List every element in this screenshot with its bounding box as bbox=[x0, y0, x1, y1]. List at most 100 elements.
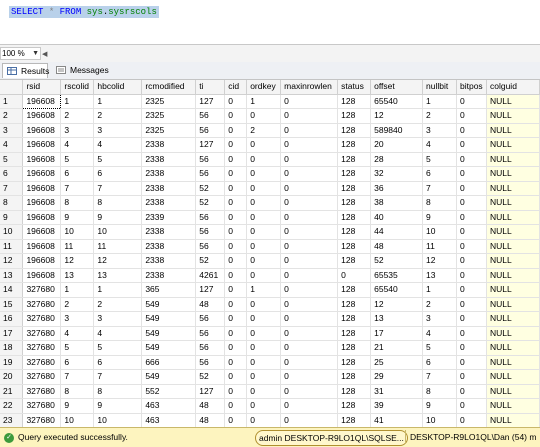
table-cell[interactable]: 0 bbox=[246, 239, 282, 254]
table-cell[interactable]: 127 bbox=[195, 94, 226, 109]
table-cell[interactable]: 0 bbox=[456, 239, 487, 254]
table-cell[interactable]: 56 bbox=[195, 152, 226, 167]
table-cell[interactable]: 0 bbox=[224, 137, 248, 153]
table-cell[interactable]: 5 bbox=[60, 340, 95, 356]
table-cell[interactable]: 549 bbox=[141, 311, 197, 327]
table-cell[interactable]: 0 bbox=[456, 108, 487, 124]
table-cell[interactable]: NULL bbox=[486, 253, 540, 269]
table-cell[interactable]: 0 bbox=[246, 166, 282, 182]
table-cell[interactable]: 52 bbox=[195, 369, 226, 385]
table-cell[interactable]: 0 bbox=[224, 355, 248, 370]
table-cell[interactable]: 2338 bbox=[141, 137, 197, 153]
table-cell[interactable]: 0 bbox=[456, 326, 487, 341]
table-cell[interactable]: 11 bbox=[422, 239, 457, 254]
table-cell[interactable]: 0 bbox=[456, 123, 487, 138]
table-cell[interactable]: 52 bbox=[195, 253, 226, 269]
table-cell[interactable]: 2338 bbox=[141, 181, 197, 196]
table-cell[interactable]: 28 bbox=[370, 152, 424, 167]
column-header-nullbit[interactable]: nullbit bbox=[422, 80, 457, 95]
table-cell[interactable]: 0 bbox=[280, 282, 339, 298]
table-cell[interactable]: NULL bbox=[486, 340, 540, 356]
table-cell[interactable]: 2338 bbox=[141, 239, 197, 254]
table-cell[interactable]: 2 bbox=[422, 108, 457, 124]
table-row[interactable]: 11 196608 11 11 2338 56 0 0 0 128 48 11 0 NULL bbox=[0, 239, 540, 254]
table-cell[interactable]: 2325 bbox=[141, 94, 197, 109]
table-cell[interactable]: 128 bbox=[337, 355, 372, 370]
table-cell[interactable]: 127 bbox=[195, 384, 226, 399]
table-cell[interactable]: 128 bbox=[337, 224, 372, 240]
table-cell[interactable]: 128 bbox=[337, 282, 372, 298]
table-cell[interactable]: NULL bbox=[486, 210, 540, 225]
table-cell[interactable]: 552 bbox=[141, 384, 197, 399]
table-cell[interactable]: 0 bbox=[280, 210, 339, 225]
table-cell[interactable]: 56 bbox=[195, 224, 226, 240]
table-row[interactable]: 3 196608 3 3 2325 56 0 2 0 128 589840 3 0 NULL bbox=[0, 123, 540, 138]
table-cell[interactable]: 128 bbox=[337, 398, 372, 414]
table-cell[interactable]: 666 bbox=[141, 355, 197, 370]
table-cell[interactable]: 128 bbox=[337, 239, 372, 254]
table-cell[interactable]: 327680 bbox=[22, 355, 62, 370]
table-cell[interactable]: 3 bbox=[93, 123, 143, 138]
table-cell[interactable]: 56 bbox=[195, 311, 226, 327]
table-cell[interactable]: 128 bbox=[337, 123, 372, 138]
table-cell[interactable]: 8 bbox=[93, 384, 143, 399]
table-row[interactable]: 19 327680 6 6 666 56 0 0 0 128 25 6 0 NULL bbox=[0, 355, 540, 370]
column-header-maxinrowlen[interactable]: maxinrowlen bbox=[280, 80, 339, 95]
table-cell[interactable]: 0 bbox=[246, 253, 282, 269]
table-cell[interactable]: 41 bbox=[370, 413, 424, 427]
table-cell[interactable]: 12 bbox=[60, 253, 95, 269]
table-cell[interactable]: 3 bbox=[422, 311, 457, 327]
results-grid[interactable]: rsid rscolid hbcolid rcmodified ti cid ordkey m… bbox=[0, 80, 540, 427]
table-cell[interactable]: 327680 bbox=[22, 297, 62, 312]
row-number[interactable]: 6 bbox=[0, 166, 24, 182]
table-cell[interactable]: 0 bbox=[456, 181, 487, 196]
table-cell[interactable]: 2 bbox=[60, 297, 95, 312]
table-cell[interactable]: 0 bbox=[224, 398, 248, 414]
column-header-hbcolid[interactable]: hbcolid bbox=[93, 80, 143, 95]
table-cell[interactable]: 65540 bbox=[370, 282, 424, 298]
table-cell[interactable]: 589840 bbox=[370, 123, 424, 138]
table-cell[interactable]: 2338 bbox=[141, 152, 197, 167]
table-cell[interactable]: 0 bbox=[246, 210, 282, 225]
row-number[interactable]: 7 bbox=[0, 181, 24, 196]
chevron-down-icon[interactable]: ▼ bbox=[32, 48, 39, 59]
table-row[interactable]: 7 196608 7 7 2338 52 0 0 0 128 36 7 0 NULL bbox=[0, 181, 540, 196]
table-row[interactable]: 23 327680 10 10 463 48 0 0 0 128 41 10 0 NULL bbox=[0, 413, 540, 427]
table-cell[interactable]: NULL bbox=[486, 268, 540, 283]
table-cell[interactable]: NULL bbox=[486, 137, 540, 153]
row-number[interactable]: 5 bbox=[0, 152, 24, 167]
table-cell[interactable]: 128 bbox=[337, 152, 372, 167]
table-cell[interactable]: 8 bbox=[60, 195, 95, 211]
table-cell[interactable]: 0 bbox=[280, 239, 339, 254]
table-cell[interactable]: 10 bbox=[60, 224, 95, 240]
table-cell[interactable]: 7 bbox=[60, 181, 95, 196]
table-cell[interactable]: 6 bbox=[60, 355, 95, 370]
column-header-offset[interactable]: offset bbox=[370, 80, 424, 95]
table-cell[interactable]: 0 bbox=[456, 413, 487, 427]
table-row[interactable]: 13 196608 13 13 2338 4261 0 0 0 0 65535 13 0 NULL bbox=[0, 268, 540, 283]
table-cell[interactable]: 128 bbox=[337, 326, 372, 341]
table-cell[interactable]: 2339 bbox=[141, 210, 197, 225]
table-cell[interactable]: 196608 bbox=[22, 123, 62, 138]
table-cell[interactable]: 128 bbox=[337, 297, 372, 312]
table-cell[interactable]: 549 bbox=[141, 340, 197, 356]
table-cell[interactable]: 0 bbox=[224, 311, 248, 327]
table-cell[interactable]: 21 bbox=[370, 340, 424, 356]
table-cell[interactable]: 1 bbox=[60, 94, 95, 109]
table-cell[interactable]: NULL bbox=[486, 181, 540, 196]
table-cell[interactable]: 196608 bbox=[22, 152, 62, 167]
row-number[interactable]: 13 bbox=[0, 268, 24, 283]
table-cell[interactable]: 0 bbox=[280, 166, 339, 182]
table-cell[interactable]: 128 bbox=[337, 413, 372, 427]
table-cell[interactable]: 127 bbox=[195, 282, 226, 298]
column-header-status[interactable]: status bbox=[337, 80, 372, 95]
table-cell[interactable]: 56 bbox=[195, 210, 226, 225]
table-cell[interactable]: 56 bbox=[195, 166, 226, 182]
table-cell[interactable]: 52 bbox=[195, 181, 226, 196]
table-cell[interactable]: 2 bbox=[93, 108, 143, 124]
tab-messages[interactable]: Messages bbox=[52, 63, 109, 78]
table-cell[interactable]: 327680 bbox=[22, 413, 62, 427]
table-cell[interactable]: NULL bbox=[486, 384, 540, 399]
table-cell[interactable]: 1 bbox=[422, 282, 457, 298]
table-cell[interactable]: 0 bbox=[246, 326, 282, 341]
